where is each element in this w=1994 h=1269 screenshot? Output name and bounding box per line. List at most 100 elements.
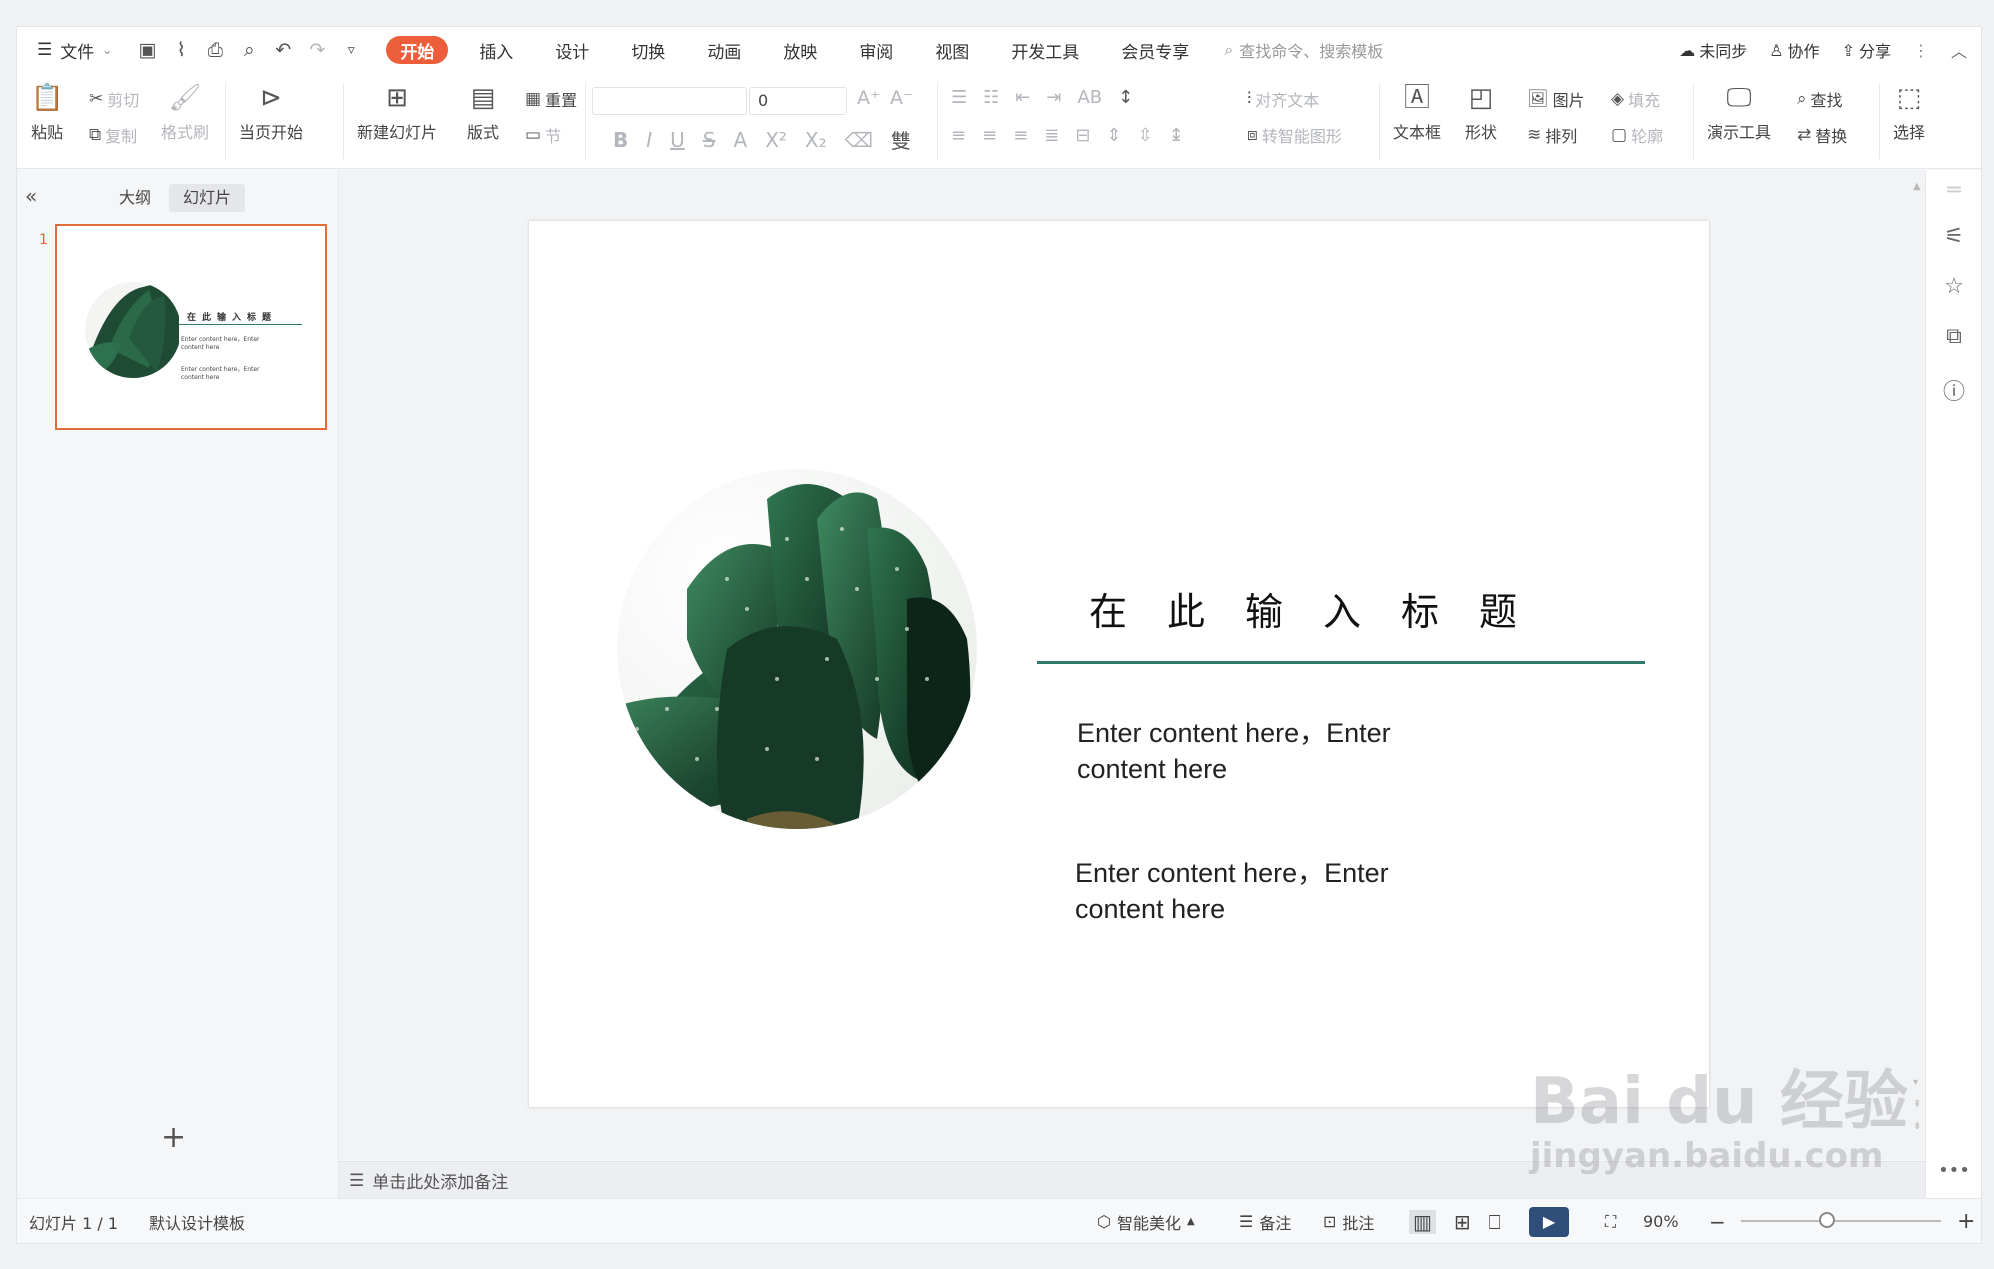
textbox-button[interactable]: 🄰 文本框: [1393, 83, 1441, 143]
tab-transition[interactable]: 切换: [610, 27, 686, 73]
fill-button[interactable]: ◈ 填充: [1611, 87, 1660, 111]
scroll-prev-icon[interactable]: ▾: [1913, 1077, 1918, 1088]
start-from-current-button[interactable]: ⊳ 当页开始: [239, 83, 303, 143]
tab-slideshow[interactable]: 放映: [762, 27, 838, 73]
pin-icon[interactable]: ☆: [1926, 274, 1981, 299]
slide-canvas[interactable]: 在此输入标题 Enter content here，Enter content …: [529, 221, 1709, 1107]
undo-icon[interactable]: ↶: [272, 39, 294, 61]
cut-button[interactable]: ✂ 剪切: [89, 87, 139, 111]
tab-animation[interactable]: 动画: [686, 27, 762, 73]
select-button[interactable]: ⬚ 选择: [1893, 83, 1925, 143]
align-center-icon[interactable]: ≡: [982, 125, 997, 146]
scroll-page-down-icon[interactable]: ⇟: [1913, 1121, 1921, 1132]
phonetic-icon[interactable]: 雙: [891, 125, 911, 154]
slide-title[interactable]: 在此输入标题: [1089, 581, 1557, 636]
slide-body-2[interactable]: Enter content here，Enter content here: [1075, 855, 1475, 927]
subscript-icon[interactable]: X₂: [805, 128, 827, 152]
tab-developer[interactable]: 开发工具: [990, 27, 1100, 73]
comment-button[interactable]: ⊡ 批注: [1323, 1199, 1374, 1243]
section-button[interactable]: ▭ 节: [525, 123, 561, 147]
tab-home[interactable]: 开始: [386, 36, 449, 64]
eraser-icon[interactable]: ⌫: [845, 128, 873, 152]
zoom-slider-handle[interactable]: [1819, 1212, 1835, 1228]
increase-font-icon[interactable]: A⁺: [857, 87, 880, 109]
distribute-icon[interactable]: ⊟: [1075, 125, 1090, 146]
help-icon[interactable]: ⓘ: [1926, 374, 1981, 406]
format-painter-icon[interactable]: ⌇: [170, 39, 192, 61]
zoom-level[interactable]: 90%: [1643, 1199, 1679, 1243]
reading-view-icon[interactable]: ⎕: [1489, 1210, 1501, 1234]
collapse-panel-icon[interactable]: «: [25, 184, 37, 208]
replace-button[interactable]: ⇄ 替换: [1797, 123, 1847, 147]
save-icon[interactable]: ▣: [136, 39, 158, 61]
command-search[interactable]: ⌕ 查找命令、搜索模板: [1224, 38, 1383, 62]
slide-thumbnail[interactable]: 在此输入标题 Enter content here，Enter content …: [55, 224, 327, 430]
tab-design[interactable]: 设计: [534, 27, 610, 73]
copy-button[interactable]: ⧉ 复制: [89, 123, 137, 147]
bold-icon[interactable]: B: [613, 128, 628, 152]
find-button[interactable]: ⌕ 查找: [1797, 87, 1843, 111]
numbered-list-icon[interactable]: ☷: [983, 87, 999, 108]
shape-button[interactable]: ◰ 形状: [1465, 83, 1497, 143]
justify-icon[interactable]: ≣: [1044, 125, 1059, 146]
arrange-button[interactable]: ≋ 排列: [1527, 123, 1577, 147]
new-slide-button[interactable]: ⊞ 新建幻灯片: [357, 83, 437, 143]
column-spacing-icon[interactable]: ⇳: [1138, 125, 1153, 146]
template-name[interactable]: 默认设计模板: [149, 1199, 245, 1243]
add-slide-icon[interactable]: +: [161, 1120, 186, 1155]
tab-insert[interactable]: 插入: [458, 27, 534, 73]
customize-icon[interactable]: ▿: [340, 42, 362, 58]
para-spacing-icon[interactable]: ⇕: [1106, 125, 1121, 146]
tab-member[interactable]: 会员专享: [1100, 27, 1210, 73]
tab-view[interactable]: 视图: [914, 27, 990, 73]
present-tools-button[interactable]: 🖵 演示工具: [1707, 83, 1771, 143]
print-icon[interactable]: ⎙: [204, 39, 226, 61]
underline-icon[interactable]: U: [670, 128, 685, 152]
sync-button[interactable]: ☁ 未同步: [1679, 38, 1747, 62]
normal-view-icon[interactable]: ▥: [1409, 1209, 1436, 1234]
more-options-icon[interactable]: •••: [1926, 1160, 1981, 1181]
line-height-icon[interactable]: ↨: [1169, 125, 1184, 146]
reset-button[interactable]: ▦ 重置: [525, 87, 577, 111]
zoom-slider-track[interactable]: [1741, 1220, 1941, 1222]
redo-icon[interactable]: ↷: [306, 39, 328, 61]
scroll-up-icon[interactable]: ▲: [1913, 181, 1921, 192]
smart-beautify-button[interactable]: ⬡ 智能美化 ▲: [1097, 1199, 1195, 1243]
tab-review[interactable]: 审阅: [838, 27, 914, 73]
superscript-icon[interactable]: X²: [765, 128, 787, 152]
properties-icon[interactable]: ⚟: [1926, 224, 1981, 249]
more-icon[interactable]: ⋮: [1913, 41, 1929, 60]
italic-icon[interactable]: I: [646, 128, 652, 152]
text-direction-icon[interactable]: AB: [1077, 87, 1102, 108]
fit-window-icon[interactable]: ⛶: [1605, 1199, 1616, 1243]
notes-toggle-button[interactable]: ☰ 备注: [1239, 1199, 1291, 1243]
file-menu[interactable]: ☰ 文件 ⌄: [35, 27, 114, 73]
line-spacing-icon[interactable]: ↕: [1118, 87, 1133, 108]
slide-sorter-icon[interactable]: ⊞: [1454, 1210, 1471, 1234]
font-size-select[interactable]: 0: [749, 87, 847, 115]
decrease-indent-icon[interactable]: ⇤: [1015, 87, 1030, 108]
collab-button[interactable]: ♙ 协作: [1769, 38, 1819, 62]
collapse-ribbon-icon[interactable]: ︿: [1951, 38, 1967, 62]
print-preview-icon[interactable]: ⌕: [238, 39, 260, 61]
layout-button[interactable]: ▤ 版式: [467, 83, 499, 143]
strikethrough-icon[interactable]: S: [703, 128, 716, 152]
zoom-out-icon[interactable]: −: [1709, 1199, 1726, 1243]
decrease-font-icon[interactable]: A⁻: [890, 87, 913, 109]
tab-slides[interactable]: 幻灯片: [169, 184, 246, 212]
bullet-list-icon[interactable]: ☰: [951, 87, 967, 108]
outline-button[interactable]: ▢ 轮廓: [1611, 123, 1663, 147]
align-text-button[interactable]: ⫶ 对齐文本: [1247, 87, 1319, 111]
tab-outline[interactable]: 大纲: [105, 184, 165, 212]
smartart-button[interactable]: ⧈ 转智能图形: [1247, 123, 1342, 147]
transition-panel-icon[interactable]: ⧉: [1926, 324, 1981, 349]
font-family-select[interactable]: [592, 87, 747, 115]
share-button[interactable]: ⇪ 分享: [1842, 38, 1891, 62]
increase-indent-icon[interactable]: ⇥: [1046, 87, 1061, 108]
font-color-icon[interactable]: A: [734, 128, 748, 152]
scroll-page-up-icon[interactable]: ⇞: [1913, 1099, 1921, 1110]
align-left-icon[interactable]: ≡: [951, 125, 966, 146]
paste-button[interactable]: 📋 粘贴: [31, 83, 63, 143]
slide-body-1[interactable]: Enter content here，Enter content here: [1077, 715, 1477, 787]
slideshow-play-button[interactable]: ▶: [1529, 1207, 1569, 1237]
